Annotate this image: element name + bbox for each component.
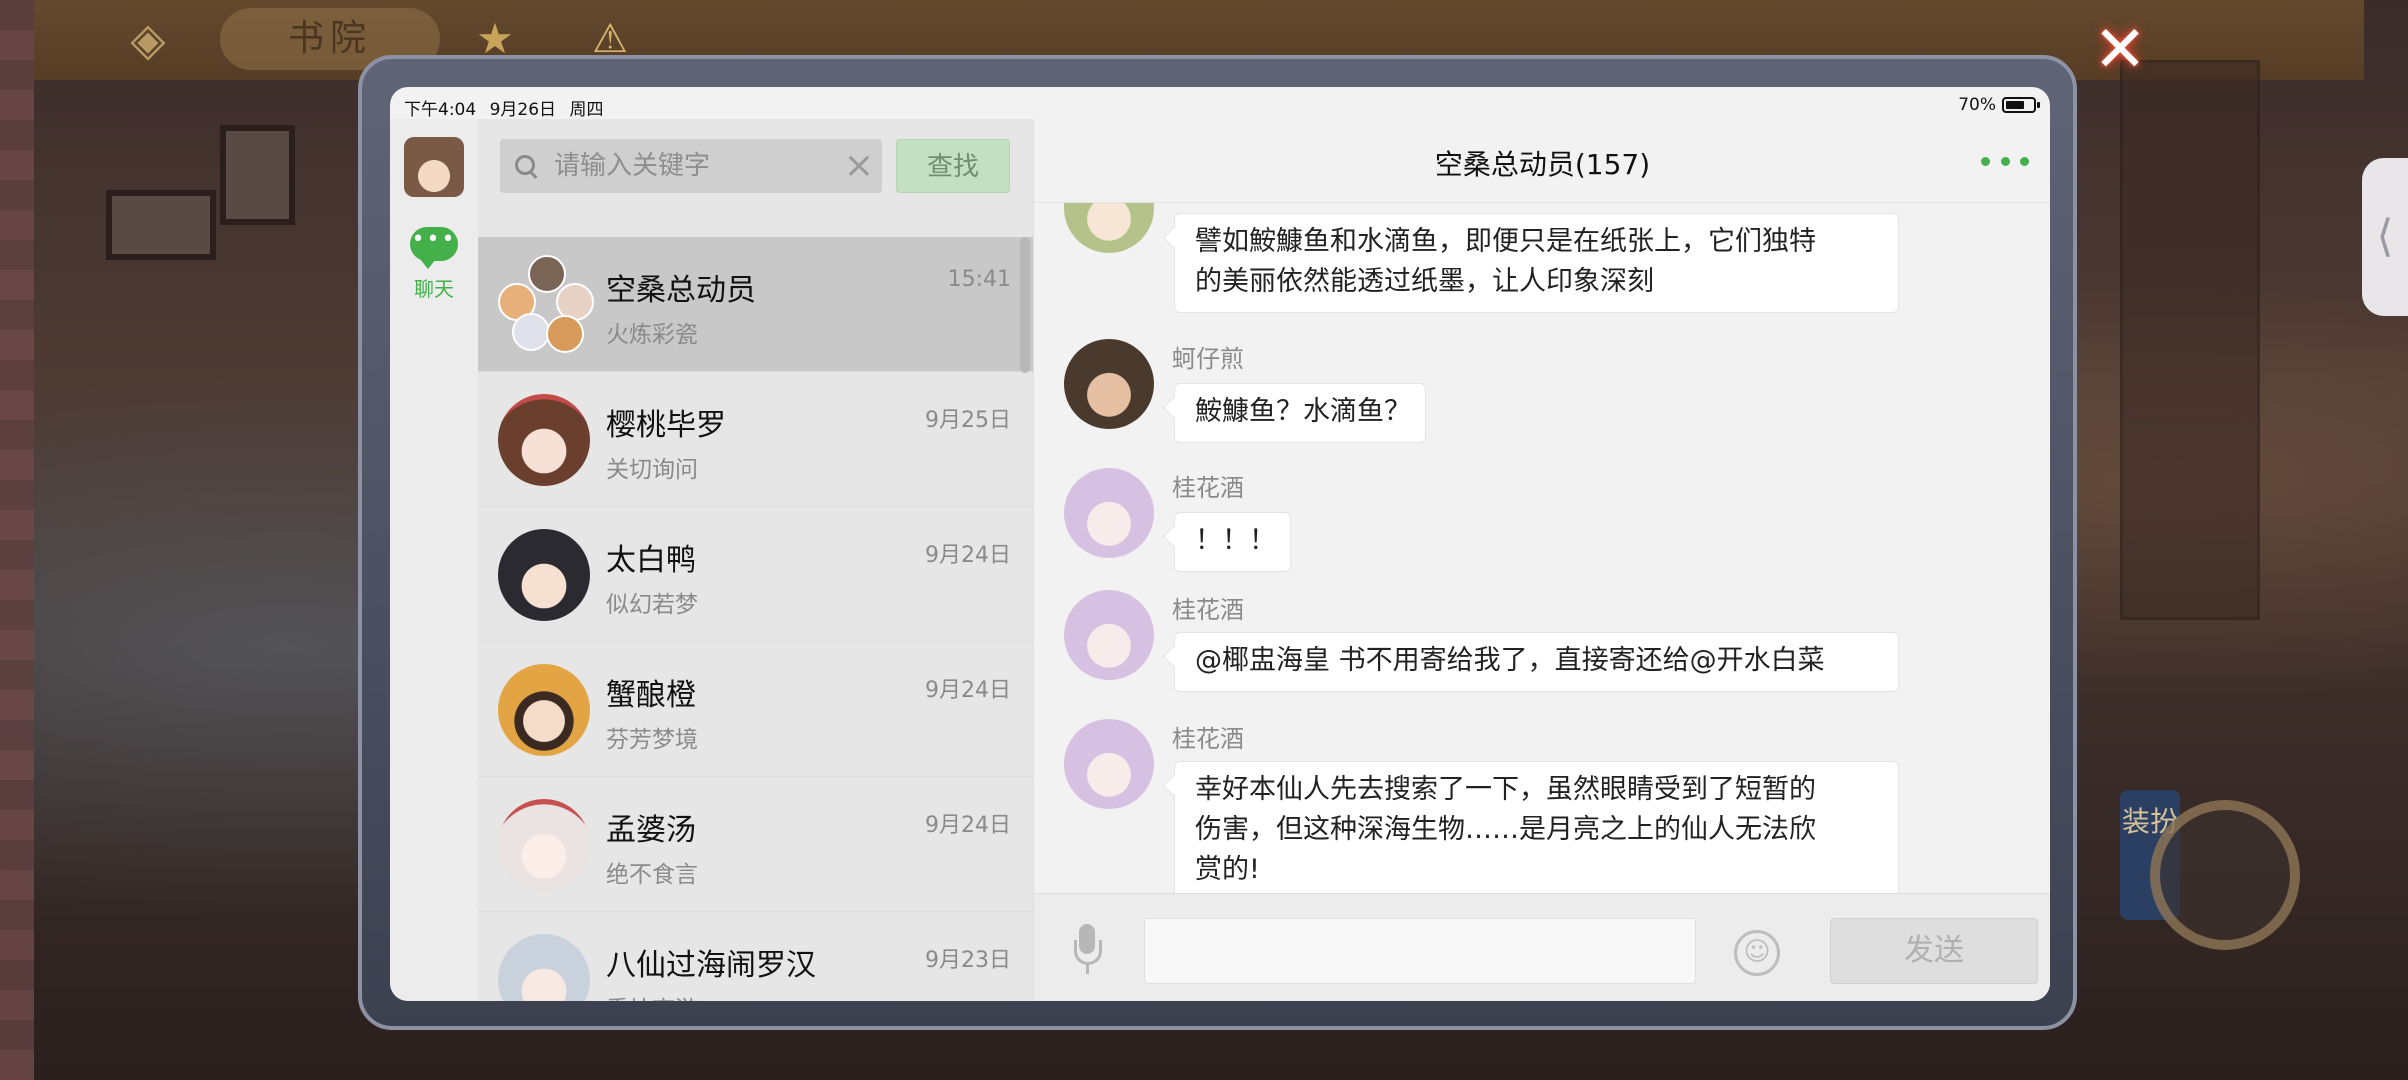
back-arrow-icon[interactable]: ◈ (118, 12, 178, 66)
find-button[interactable]: 查找 (896, 139, 1010, 193)
sender-avatar[interactable] (1064, 719, 1154, 809)
conversation-time: 9月24日 (925, 813, 1011, 838)
sender-avatar[interactable] (1064, 339, 1154, 429)
search-row: × 查找 (478, 119, 1033, 201)
more-options-icon[interactable] (1981, 149, 2029, 173)
bookshelf (2120, 60, 2260, 620)
message-bubble: 譬如鮟鱇鱼和水滴鱼，即便只是在纸张上，它们独特 的美丽依然能透过纸墨，让人印象深… (1174, 213, 1899, 313)
conversation-name: 蟹酿橙 (606, 678, 696, 713)
message-bubble: ！！！ (1174, 512, 1291, 572)
sender-name: 桂花酒 (1172, 725, 1244, 753)
message-line: ！！！ (1195, 525, 1276, 556)
chat-bubble-icon: ••• (410, 227, 458, 269)
conversation-name: 太白鸭 (606, 543, 696, 578)
conversation-preview: 芬芳梦境 (606, 727, 698, 753)
group-avatar (498, 255, 596, 353)
message-line: 譬如鮟鱇鱼和水滴鱼，即便只是在纸张上，它们独特 (1195, 226, 1816, 257)
message-line: 的美丽依然能透过纸墨，让人印象深刻 (1195, 266, 1654, 297)
search-input[interactable] (554, 151, 844, 181)
contact-avatar (498, 799, 590, 891)
nav-rail: ••• 聊天 (390, 119, 478, 1001)
input-bar: ☺ 发送 (1034, 893, 2050, 1001)
conversation-item[interactable]: 樱桃毕罗 关切询问 9月25日 (478, 372, 1033, 507)
conversation-item[interactable]: 孟婆汤 绝不食言 9月24日 (478, 777, 1033, 912)
user-avatar[interactable] (404, 137, 464, 197)
search-box[interactable]: × (500, 139, 882, 193)
conversation-name: 八仙过海闹罗汉 (606, 948, 816, 983)
wall-painting (106, 190, 216, 260)
chat-panel: 空桑总动员(157) 譬如鮟鱇鱼和水滴鱼，即便只是在纸张上，它们独特 的美丽依然… (1033, 119, 2050, 1001)
tablet-device: 下午4:04 9月26日 周四 70% ••• 聊天 请输入关键字 × 查找 空… (358, 55, 2077, 1030)
message-bubble: 幸好本仙人先去搜索了一下，虽然眼睛受到了短暂的 伤害，但这种深海生物……是月亮之… (1174, 761, 1899, 893)
battery-icon (2002, 97, 2040, 113)
search-icon (514, 154, 538, 178)
status-bar: 下午4:04 9月26日 周四 70% (390, 87, 2050, 120)
send-button[interactable]: 发送 (1830, 918, 2038, 984)
close-button[interactable]: ✕ (2090, 18, 2150, 82)
contact-avatar (498, 934, 590, 1001)
status-time: 下午4:04 (404, 100, 477, 120)
status-right: 70% (1958, 95, 2040, 115)
message-line: @椰盅海皇 书不用寄给我了，直接寄还给@开水白菜 (1195, 645, 1825, 676)
message-line: 赏的! (1195, 854, 1260, 885)
sender-avatar[interactable] (1064, 468, 1154, 558)
mirror-icon[interactable] (2150, 800, 2300, 950)
contact-avatar (498, 664, 590, 756)
battery-percent: 70% (1958, 95, 1996, 115)
microphone-stand (1086, 962, 1089, 974)
conversation-name: 孟婆汤 (606, 813, 696, 848)
message-line: 幸好本仙人先去搜索了一下，虽然眼睛受到了短暂的 (1195, 774, 1816, 805)
tablet-screen: 下午4:04 9月26日 周四 70% ••• 聊天 请输入关键字 × 查找 空… (390, 87, 2050, 1001)
conversation-item[interactable]: 太白鸭 似幻若梦 9月24日 (478, 507, 1033, 642)
sender-name: 桂花酒 (1172, 474, 1244, 502)
conversation-time: 15:41 (947, 267, 1011, 292)
conversation-preview: 火炼彩瓷 (606, 322, 698, 348)
conversation-name: 空桑总动员 (606, 273, 756, 308)
conversation-list: 空桑总动员 火炼彩瓷 15:41 樱桃毕罗 关切询问 9月25日 太白鸭 似幻若… (478, 237, 1033, 1001)
conversation-time: 9月24日 (925, 543, 1011, 568)
emoji-icon[interactable]: ☺ (1734, 930, 1780, 976)
battery-fill (2006, 101, 2024, 109)
conversation-preview: 秉烛夜游 (606, 990, 698, 1001)
conversation-time: 9月24日 (925, 678, 1011, 703)
conversation-preview: 似幻若梦 (606, 592, 698, 618)
conversation-time: 9月23日 (925, 948, 1011, 973)
conversation-time: 9月25日 (925, 408, 1011, 433)
chat-title: 空桑总动员(157) (1434, 148, 1651, 181)
contact-avatar (498, 529, 590, 621)
sender-name: 蚵仔煎 (1172, 345, 1244, 373)
clear-icon[interactable]: × (844, 145, 874, 187)
status-left: 下午4:04 9月26日 周四 (404, 95, 603, 120)
conversation-preview: 关切询问 (606, 457, 698, 483)
message-line: 伤害，但这种深海生物……是月亮之上的仙人无法欣 (1195, 814, 1816, 845)
sender-name: 桂花酒 (1172, 596, 1244, 624)
nav-chat[interactable]: ••• 聊天 (390, 227, 478, 307)
message-line: 鮟鱇鱼？水滴鱼？ (1195, 396, 1411, 427)
message-bubble: 鮟鱇鱼？水滴鱼？ (1174, 383, 1426, 443)
contact-avatar (498, 394, 590, 486)
conversation-item[interactable]: 空桑总动员 火炼彩瓷 15:41 (478, 237, 1033, 372)
message-bubble: @椰盅海皇 书不用寄给我了，直接寄还给@开水白菜 (1174, 632, 1899, 692)
message-input[interactable] (1144, 918, 1696, 984)
side-panel-toggle[interactable]: ⟨ (2362, 158, 2408, 316)
background-left-border (0, 0, 34, 1080)
conversation-name: 樱桃毕罗 (606, 408, 726, 443)
status-weekday: 周四 (569, 100, 604, 120)
sender-avatar[interactable] (1064, 203, 1154, 253)
conversation-list-panel: × 查找 空桑总动员 火炼彩瓷 15:41 (478, 119, 1033, 1001)
message-area[interactable]: 譬如鮟鱇鱼和水滴鱼，即便只是在纸张上，它们独特 的美丽依然能透过纸墨，让人印象深… (1034, 203, 2050, 893)
nav-chat-label: 聊天 (414, 277, 454, 301)
list-scrollbar[interactable] (1020, 237, 1030, 373)
status-date: 9月26日 (489, 100, 557, 120)
wall-painting (220, 125, 295, 225)
sender-avatar[interactable] (1064, 590, 1154, 680)
conversation-item[interactable]: 八仙过海闹罗汉 秉烛夜游 9月23日 (478, 912, 1033, 1001)
chat-header: 空桑总动员(157) (1034, 119, 2050, 203)
conversation-preview: 绝不食言 (606, 862, 698, 888)
conversation-item[interactable]: 蟹酿橙 芬芳梦境 9月24日 (478, 642, 1033, 777)
